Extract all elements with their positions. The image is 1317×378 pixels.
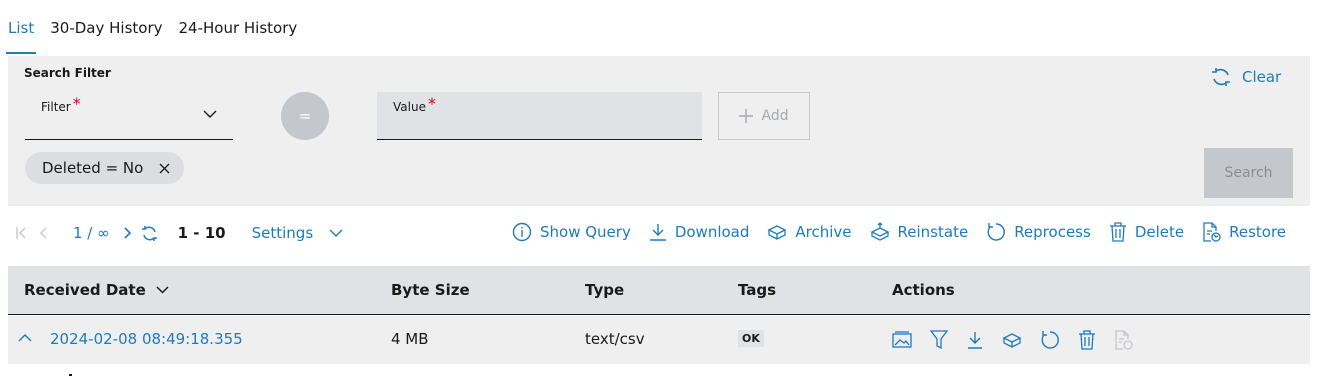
archive-icon: [767, 222, 787, 242]
required-mark: *: [72, 94, 81, 113]
show-query-button[interactable]: Show Query: [512, 222, 631, 242]
filter-icon[interactable]: [930, 330, 948, 350]
restore-label: Restore: [1229, 223, 1287, 241]
image-icon[interactable]: [892, 331, 912, 349]
filter-label: Filter *: [41, 94, 81, 114]
column-type[interactable]: Type: [585, 281, 624, 299]
filter-chip-label: Deleted = No: [42, 159, 144, 177]
trash-icon[interactable]: [1078, 330, 1096, 350]
info-icon: [512, 222, 532, 242]
trash-icon: [1109, 222, 1127, 242]
search-filter-title: Search Filter: [24, 66, 111, 80]
operator-badge[interactable]: =: [281, 92, 329, 140]
pagination: 1 / ∞ 1 - 10 Settings: [16, 224, 343, 242]
settings-label: Settings: [251, 224, 314, 242]
type-cell: text/csv: [585, 330, 645, 348]
first-page-icon[interactable]: [16, 227, 26, 239]
tab-30-day-history[interactable]: 30-Day History: [50, 0, 162, 56]
restore-button[interactable]: Restore: [1202, 222, 1286, 242]
value-label: Value *: [393, 94, 436, 114]
show-query-label: Show Query: [540, 223, 631, 241]
restore-icon: [1114, 330, 1133, 350]
bulk-actions: Show Query Download Archive Reinstate Re…: [512, 222, 1286, 242]
value-input[interactable]: [393, 114, 683, 134]
download-button[interactable]: Download: [649, 223, 750, 241]
prev-page-icon[interactable]: [40, 227, 47, 239]
filter-select[interactable]: Filter *: [25, 92, 233, 140]
tab-bar: List 30-Day History 24-Hour History: [5, 0, 313, 56]
list-toolbar: 1 / ∞ 1 - 10 Settings Show Query Downloa…: [0, 212, 1317, 258]
download-icon: [649, 223, 667, 241]
chevron-down-icon: [156, 286, 169, 294]
clear-button[interactable]: Clear: [1210, 66, 1281, 88]
column-byte-size[interactable]: Byte Size: [391, 281, 470, 299]
archive-label: Archive: [795, 223, 852, 241]
tag-badge: OK: [738, 330, 764, 347]
chevron-down-icon: [329, 229, 343, 238]
byte-size-cell: 4 MB: [391, 330, 429, 348]
close-icon[interactable]: [159, 163, 170, 174]
required-mark: *: [427, 94, 436, 113]
column-label: Received Date: [24, 281, 146, 299]
result-range: 1 - 10: [177, 224, 226, 242]
clear-label: Clear: [1242, 68, 1282, 86]
add-button[interactable]: Add: [718, 92, 810, 140]
settings-dropdown[interactable]: Settings: [252, 224, 344, 242]
divider: [69, 374, 72, 376]
column-tags: Tags: [738, 281, 777, 299]
row-actions: [892, 330, 1133, 350]
restore-icon: [1202, 222, 1221, 242]
delete-button[interactable]: Delete: [1109, 222, 1184, 242]
chevron-up-icon[interactable]: [18, 334, 32, 342]
refresh-icon[interactable]: [141, 225, 158, 242]
value-field[interactable]: Value *: [377, 92, 702, 140]
archive-icon[interactable]: [1002, 330, 1022, 350]
add-label: Add: [761, 108, 789, 124]
delete-label: Delete: [1134, 223, 1185, 241]
chevron-down-icon: [203, 110, 217, 119]
next-page-icon[interactable]: [124, 227, 131, 239]
download-icon[interactable]: [966, 331, 984, 349]
reinstate-icon: [870, 222, 890, 242]
reinstate-button[interactable]: Reinstate: [870, 222, 969, 242]
reinstate-label: Reinstate: [897, 223, 969, 241]
archive-button[interactable]: Archive: [767, 222, 852, 242]
download-label: Download: [674, 223, 750, 241]
received-date-link[interactable]: 2024-02-08 08:49:18.355: [50, 330, 243, 348]
filter-chip[interactable]: Deleted = No: [25, 152, 185, 184]
search-button[interactable]: Search: [1204, 148, 1293, 198]
search-filter-panel: Search Filter Clear Filter * = Value * Add…: [8, 56, 1310, 206]
plus-icon: [739, 109, 754, 123]
reprocess-button[interactable]: Reprocess: [986, 222, 1091, 242]
column-received-date[interactable]: Received Date: [24, 281, 169, 299]
table-header: Received Date Byte Size Type Tags Action…: [8, 266, 1310, 315]
reprocess-icon: [986, 222, 1006, 242]
reprocess-icon[interactable]: [1040, 330, 1060, 350]
refresh-icon: [1210, 66, 1232, 88]
table-row[interactable]: 2024-02-08 08:49:18.355 4 MB text/csv OK: [8, 316, 1310, 364]
column-actions: Actions: [892, 281, 955, 299]
reprocess-label: Reprocess: [1014, 223, 1091, 241]
tab-list[interactable]: List: [5, 0, 37, 56]
page-indicator: 1 / ∞: [73, 224, 110, 242]
tab-24-hour-history[interactable]: 24-Hour History: [179, 0, 298, 56]
